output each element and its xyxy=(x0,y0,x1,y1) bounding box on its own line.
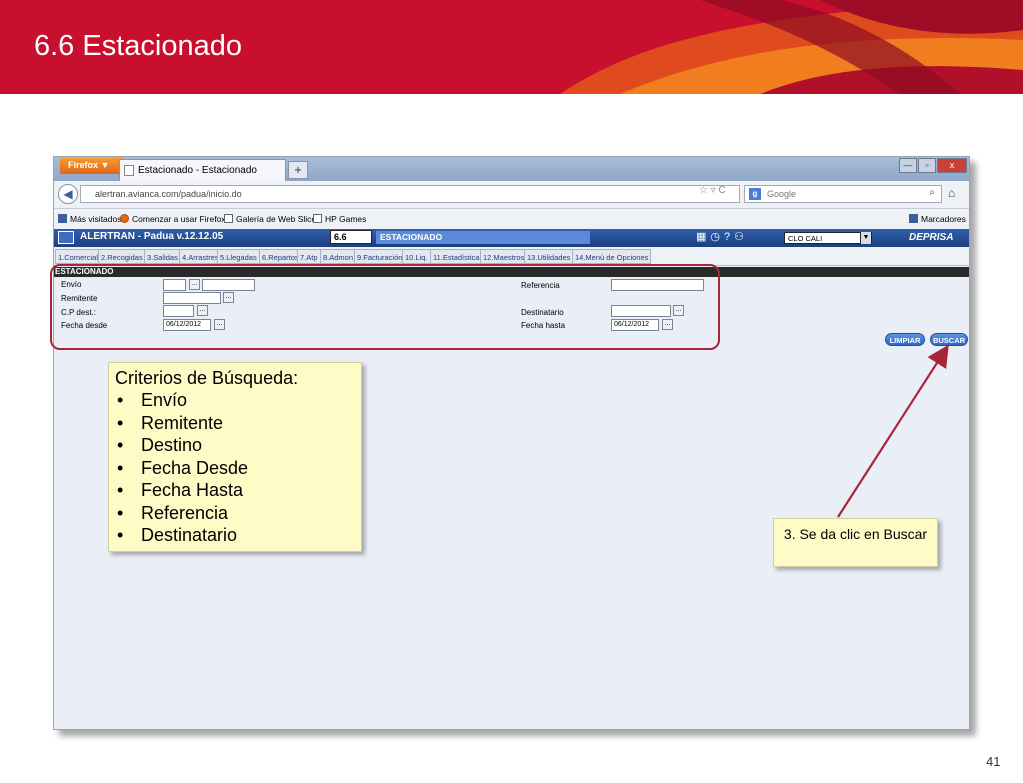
search-icon[interactable]: ⌕ xyxy=(929,187,935,198)
list-item: Destinatario xyxy=(115,524,361,547)
menu-item-admon[interactable]: 8.Admon xyxy=(320,249,357,264)
menu-item-salidas[interactable]: 3.Salidas xyxy=(144,249,181,264)
app-toolbar-icons[interactable]: ▦◷?⚇ xyxy=(696,230,748,243)
star-icon xyxy=(58,214,67,223)
menu-item-estadistica[interactable]: 11.Estadística xyxy=(430,249,483,264)
brand-logo: DEPRISA xyxy=(909,232,954,243)
url-text: alertran.avianca.com/padua/inicio.do xyxy=(95,189,242,199)
firefox-menu-button[interactable]: Firefox ▼ xyxy=(60,158,124,174)
list-item: Referencia xyxy=(115,502,361,525)
web-slice-icon xyxy=(224,214,233,223)
url-input[interactable]: alertran.avianca.com/padua/inicio.do xyxy=(80,185,740,203)
bookmark-star-icon[interactable]: ☆ ▿ C xyxy=(699,185,726,196)
app-header: ALERTRAN - Padua v.12.12.05 6.6 ESTACION… xyxy=(54,229,969,247)
back-arrow-icon[interactable]: ◀ xyxy=(58,184,78,204)
page-number: 41 xyxy=(986,754,1001,769)
bookmarks-toolbar: Más visitados Comenzar a usar Firefox Ga… xyxy=(54,209,969,229)
star-icon xyxy=(909,214,918,223)
menu-item-repartos[interactable]: 6.Repartos xyxy=(259,249,302,264)
list-item: Remitente xyxy=(115,412,361,435)
menu-item-utilidades[interactable]: 13.Utilidades xyxy=(524,249,574,264)
menu-item-maestros[interactable]: 12.Maestros xyxy=(480,249,528,264)
google-icon: g xyxy=(749,188,761,200)
chevron-down-icon[interactable]: ▼ xyxy=(860,232,871,244)
slide: 6.6 Estacionado Firefox ▼ Estacionado - … xyxy=(0,0,1023,783)
bookmark-comenzar[interactable]: Comenzar a usar Firefox xyxy=(120,214,226,224)
bookmark-web-slice[interactable]: Galería de Web Slice xyxy=(224,214,316,224)
limpiar-button[interactable]: LIMPIAR xyxy=(885,333,925,346)
title-banner: 6.6 Estacionado xyxy=(0,0,1023,94)
search-placeholder: Google xyxy=(767,189,797,199)
menu-item-opciones[interactable]: 14.Menú de Opciones xyxy=(572,249,652,264)
menu-item-llegadas[interactable]: 5.Llegadas xyxy=(217,249,260,264)
bookmark-mas-visitados[interactable]: Más visitados xyxy=(58,214,122,224)
bookmarks-menu[interactable]: Marcadores xyxy=(909,214,966,224)
screen-name: ESTACIONADO xyxy=(376,231,590,244)
browser-navbar: ◀ alertran.avianca.com/padua/inicio.do ☆… xyxy=(54,181,969,209)
menu-item-facturacion[interactable]: 9.Facturación xyxy=(354,249,406,264)
truck-icon xyxy=(58,231,74,244)
search-criteria-highlight xyxy=(50,264,720,350)
page-icon xyxy=(313,214,322,223)
list-item: Envío xyxy=(115,389,361,412)
tab-title: Estacionado - Estacionado xyxy=(138,165,257,176)
app-title: ALERTRAN - Padua v.12.12.05 xyxy=(80,231,224,242)
menu-item-comercial[interactable]: 1.Comercial xyxy=(55,249,102,264)
list-item: Destino xyxy=(115,434,361,457)
list-item: Fecha Hasta xyxy=(115,479,361,502)
maximize-icon[interactable]: ▫ xyxy=(918,158,936,173)
menu-item-arrastres[interactable]: 4.Arrastres xyxy=(179,249,222,264)
screen-code-input[interactable]: 6.6 xyxy=(330,230,372,244)
page-title: 6.6 Estacionado xyxy=(34,30,242,62)
criteria-list: Envío Remitente Destino Fecha Desde Fech… xyxy=(115,389,361,547)
page-icon xyxy=(124,165,134,176)
location-select[interactable]: CLO CALI ▼ xyxy=(784,232,872,244)
buscar-button[interactable]: BUSCAR xyxy=(930,333,968,346)
close-icon[interactable]: x xyxy=(937,158,967,173)
list-item: Fecha Desde xyxy=(115,457,361,480)
step-callout: 3. Se da clic en Buscar xyxy=(773,518,938,567)
criteria-callout: Criterios de Búsqueda: Envío Remitente D… xyxy=(108,362,362,552)
firefox-icon xyxy=(120,214,129,223)
browser-titlebar: Firefox ▼ Estacionado - Estacionado + — … xyxy=(54,157,969,181)
new-tab-button[interactable]: + xyxy=(288,161,308,179)
search-input[interactable]: g Google ⌕ xyxy=(744,185,942,203)
menu-item-atp[interactable]: 7.Atp xyxy=(297,249,321,264)
menu-item-liq[interactable]: 10.Liq. xyxy=(402,249,431,264)
browser-tab[interactable]: Estacionado - Estacionado xyxy=(119,159,286,181)
criteria-title: Criterios de Búsqueda: xyxy=(115,368,299,388)
minimize-icon[interactable]: — xyxy=(899,158,917,173)
bookmark-hp-games[interactable]: HP Games xyxy=(313,214,366,224)
menu-item-recogidas[interactable]: 2.Recogidas xyxy=(98,249,146,264)
home-icon[interactable]: ⌂ xyxy=(948,186,955,200)
